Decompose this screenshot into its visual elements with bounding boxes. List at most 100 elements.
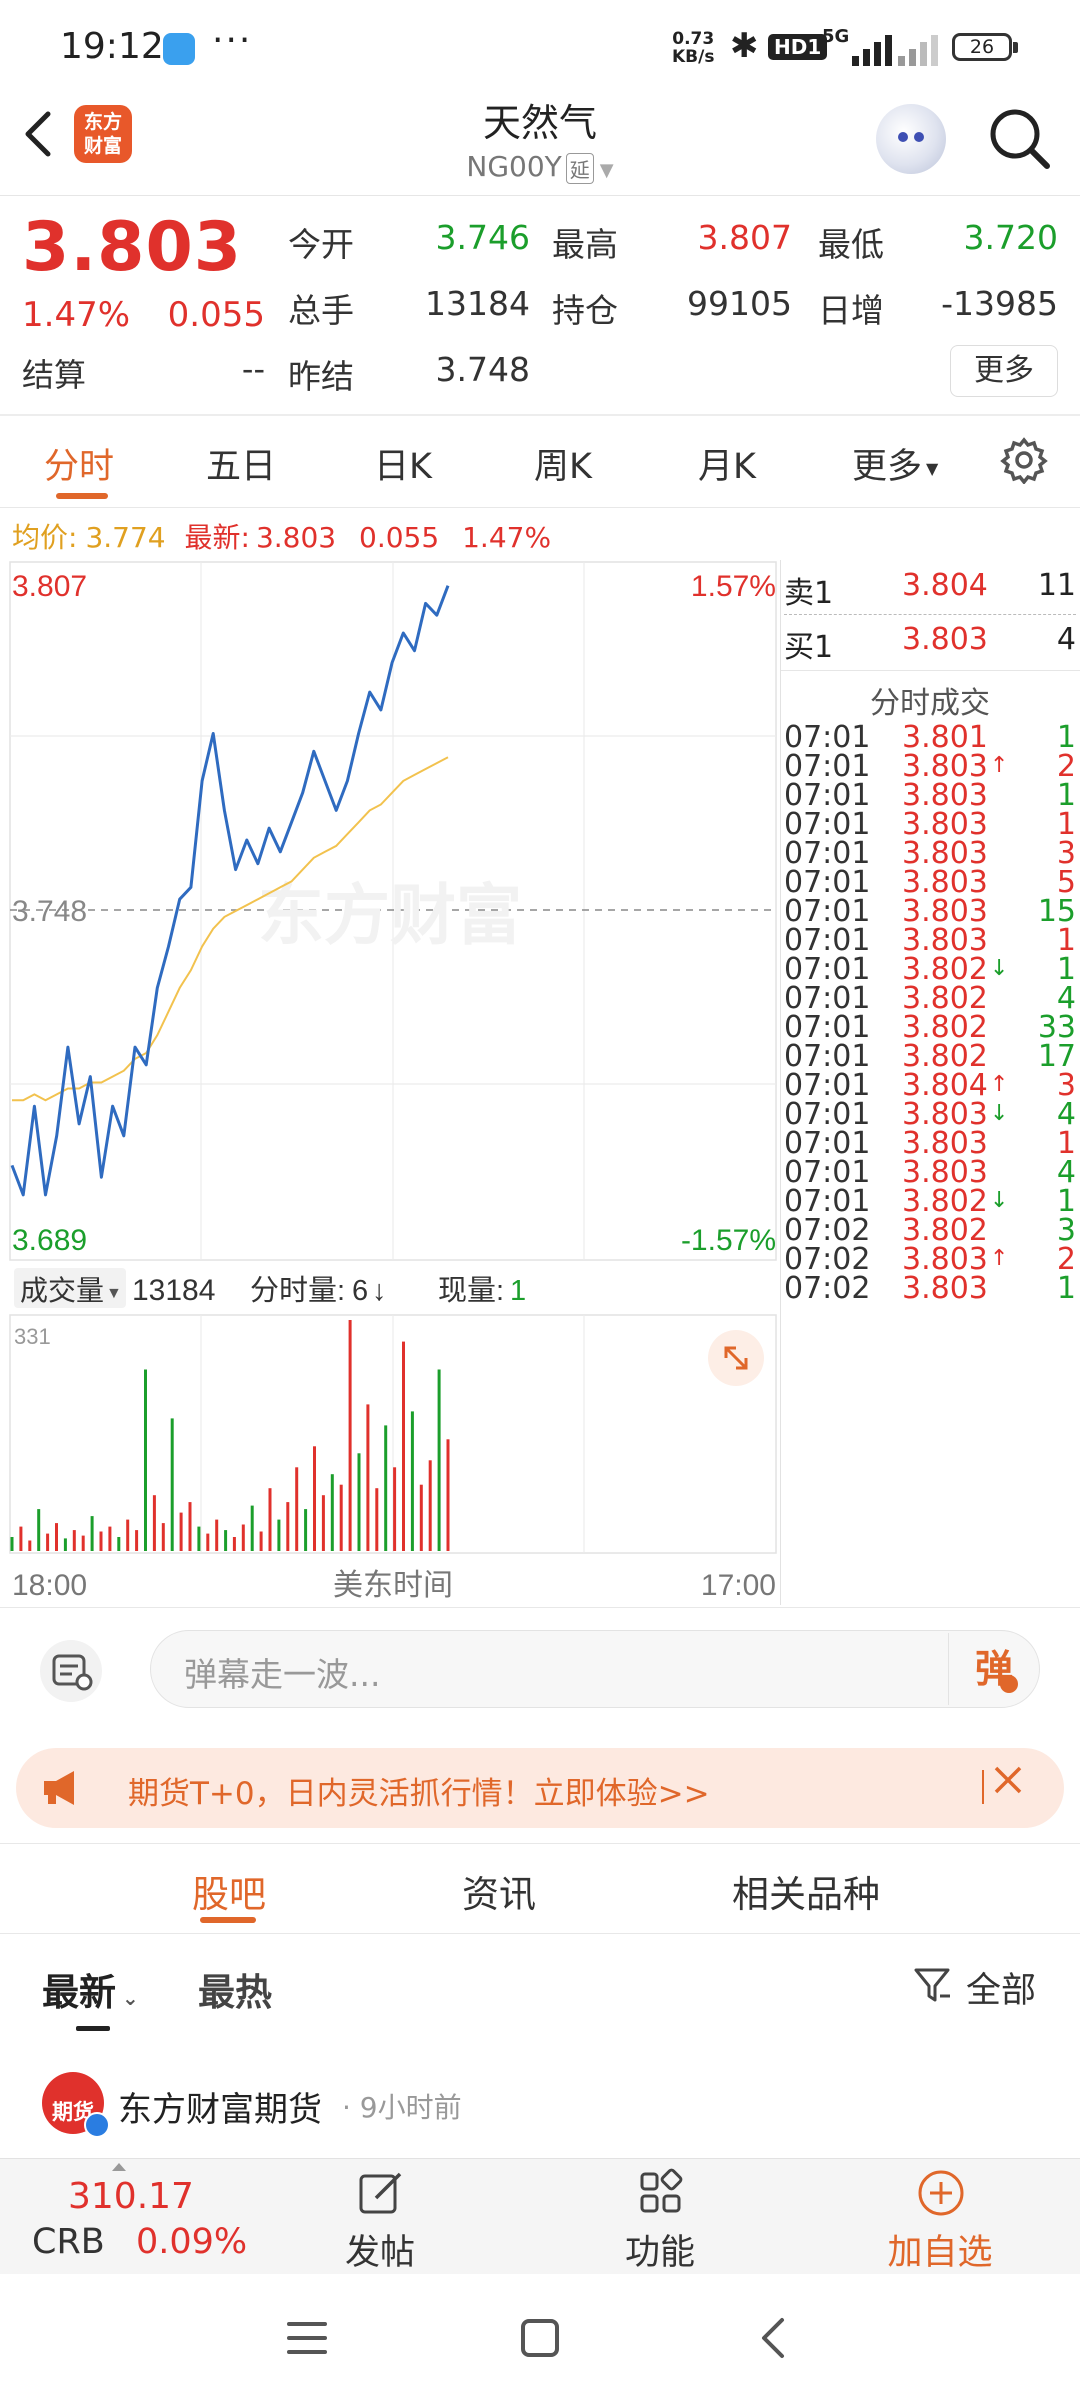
back-nav-icon[interactable] xyxy=(758,2316,788,2360)
tab-more[interactable]: 更多 ▼ xyxy=(852,438,938,489)
app-logo[interactable]: 东方财富 xyxy=(74,105,132,163)
volume-bar xyxy=(188,1502,192,1551)
volume-bar xyxy=(81,1535,85,1551)
y-axis-max-pct: 1.57% xyxy=(691,570,776,603)
low-label: 最低 xyxy=(818,225,884,264)
contract-selector[interactable]: NG00Y 延 ▼ xyxy=(340,150,740,184)
edit-icon xyxy=(359,2172,402,2214)
network-type: 5G xyxy=(822,26,850,47)
volume-grid xyxy=(200,1315,585,1553)
contract-code: NG00Y xyxy=(466,150,562,183)
open-value: 3.746 xyxy=(435,218,530,257)
volume-bar xyxy=(366,1404,370,1551)
delayed-badge: 延 xyxy=(565,152,594,184)
crb-index-value[interactable]: 310.17 xyxy=(68,2176,194,2217)
volume-bar xyxy=(446,1439,450,1551)
tab-news[interactable]: 资讯 xyxy=(462,1864,536,1918)
volume-bars xyxy=(10,1320,450,1551)
time-axis-start: 18:00 xyxy=(12,1569,87,1602)
chart-watermark: 东方财富 xyxy=(258,878,522,952)
ask-row: 卖1 3.804 11 xyxy=(780,568,1080,612)
functions-label: 功能 xyxy=(624,2233,695,2273)
prev-settle-value: 3.748 xyxy=(435,350,530,389)
tab-weekly-k[interactable]: 周K xyxy=(534,438,592,489)
promo-text[interactable]: 期货T+0，日内灵活抓行情！立即体验>> xyxy=(128,1768,710,1813)
volume-bar xyxy=(241,1524,245,1551)
daily-increase-label: 日增 xyxy=(818,291,884,330)
ai-assistant-icon[interactable] xyxy=(876,104,946,174)
tab-five-day[interactable]: 五日 xyxy=(206,438,276,489)
network-speed-value: 0.73 xyxy=(672,29,715,49)
status-time: 19:12 xyxy=(60,26,164,67)
volume-bar xyxy=(197,1526,201,1551)
volume-bar xyxy=(437,1369,441,1551)
danmu-settings-icon[interactable] xyxy=(40,1640,102,1702)
ask-qty: 11 xyxy=(1037,568,1076,603)
volume-bar xyxy=(72,1530,76,1551)
menu-icon[interactable] xyxy=(285,2318,329,2358)
daily-increase-value: -13985 xyxy=(941,284,1058,323)
crb-index-label[interactable]: CRB xyxy=(32,2222,105,2262)
tab-related[interactable]: 相关品种 xyxy=(732,1864,880,1918)
post-time: · 9小时前 xyxy=(342,2091,462,2124)
bid-price: 3.803 xyxy=(902,622,988,657)
current-volume-label: 现量: xyxy=(438,1275,504,1307)
volume-bar xyxy=(428,1460,432,1551)
chart-bottom-divider xyxy=(0,1607,1080,1608)
settle-label: 结算 xyxy=(22,356,87,394)
latest-price-label: 最新: xyxy=(184,521,250,554)
search-icon[interactable] xyxy=(985,104,1055,174)
home-icon[interactable] xyxy=(520,2318,560,2358)
volume-selector[interactable]: 成交量 xyxy=(20,1275,104,1306)
battery-icon: 26 xyxy=(952,33,1012,61)
danmu-send-button[interactable]: 弹 xyxy=(948,1633,1039,1705)
grid-icon xyxy=(640,2168,683,2213)
tab-monthly-k[interactable]: 月K xyxy=(698,438,756,489)
tab-intraday[interactable]: 分时 xyxy=(44,438,114,489)
filter-latest[interactable]: 最新 ⌄ xyxy=(42,1962,139,2016)
tick-qty: 1 xyxy=(1056,1271,1076,1306)
crb-index-pct[interactable]: 0.09% xyxy=(136,2222,247,2262)
filter-hot[interactable]: 最热 xyxy=(198,1962,272,2016)
current-volume-value: 1 xyxy=(510,1275,526,1307)
quote-divider xyxy=(0,414,1080,416)
volume-bar xyxy=(215,1519,219,1551)
verified-badge-icon xyxy=(84,2112,110,2138)
volume-bar xyxy=(170,1418,174,1551)
tick-time: 07:02 xyxy=(784,1271,871,1306)
hd-voice-icon: HD1 xyxy=(768,34,828,60)
volume-bar xyxy=(410,1411,414,1551)
close-icon[interactable] xyxy=(990,1762,1026,1807)
high-value: 3.807 xyxy=(697,218,792,257)
open-interest-value: 99105 xyxy=(687,284,792,323)
add-watchlist-label: 加自选 xyxy=(887,2233,993,2273)
volume-bar xyxy=(46,1533,50,1551)
signal-2-icon xyxy=(898,30,958,66)
filter-all[interactable]: 全部 xyxy=(966,1962,1036,2013)
tab-guba[interactable]: 股吧 xyxy=(192,1864,266,1918)
volume-bar xyxy=(144,1369,147,1551)
community-divider xyxy=(0,1933,1080,1934)
latest-change: 0.055 xyxy=(359,521,440,554)
check-badge-icon xyxy=(1000,1675,1018,1693)
more-quote-button[interactable]: 更多 xyxy=(950,345,1058,397)
time-axis-label: 美东时间 xyxy=(333,1569,453,1602)
volume-bar xyxy=(250,1505,254,1551)
volume-bar xyxy=(313,1446,316,1551)
filter-icon[interactable] xyxy=(912,1964,954,2006)
tab-more-label: 更多 xyxy=(852,447,923,487)
change-amount: 0.055 xyxy=(167,295,265,335)
ticks-title-text: 分时成交 xyxy=(870,686,990,721)
volume-bar xyxy=(268,1488,272,1551)
back-icon[interactable] xyxy=(18,104,68,174)
intraday-chart[interactable]: 东方财富 3.807 1.57% 3.748 3.689 -1.57% 成交量 … xyxy=(0,560,780,1605)
post-author[interactable]: 东方财富期货 xyxy=(118,2082,322,2131)
volume-total: 13184 xyxy=(132,1274,215,1307)
chevron-down-icon: ▼ xyxy=(106,1285,122,1302)
tab-daily-k[interactable]: 日K xyxy=(374,438,432,489)
volume-bar xyxy=(357,1453,361,1551)
volume-scale: 331 xyxy=(14,1324,51,1349)
gear-icon[interactable] xyxy=(1000,436,1048,485)
bid-label: 买1 xyxy=(784,630,834,665)
arrow-down-icon: ↓ xyxy=(990,956,1009,981)
